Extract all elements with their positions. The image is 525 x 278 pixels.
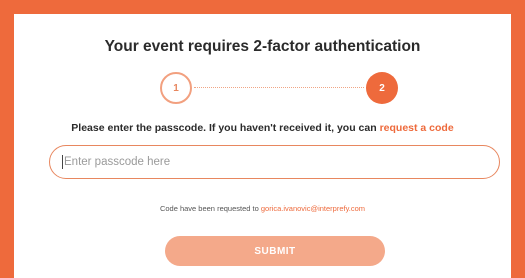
request-code-link[interactable]: request a code: [380, 122, 454, 134]
page-title: Your event requires 2-factor authenticat…: [104, 38, 421, 55]
instruction-text: Please enter the passcode. If you haven'…: [14, 122, 511, 134]
request-notice: Code have been requested to gorica.ivano…: [14, 204, 511, 213]
notice-email: gorica.ivanovic@interprefy.com: [260, 204, 366, 213]
submit-button[interactable]: SUBMIT: [165, 236, 385, 266]
text-caret: [62, 155, 63, 169]
passcode-field[interactable]: [49, 145, 500, 179]
notice-label: Code have been requested to: [159, 204, 259, 213]
auth-card: Your event requires 2-factor authenticat…: [14, 14, 511, 278]
step-2-circle: 2: [366, 72, 398, 104]
instruction-label: Please enter the passcode. If you haven'…: [71, 122, 377, 134]
passcode-input[interactable]: [64, 146, 484, 177]
step-1-circle: 1: [160, 72, 192, 104]
step-indicator: 1 2: [160, 72, 400, 106]
step-connector: [194, 87, 364, 88]
